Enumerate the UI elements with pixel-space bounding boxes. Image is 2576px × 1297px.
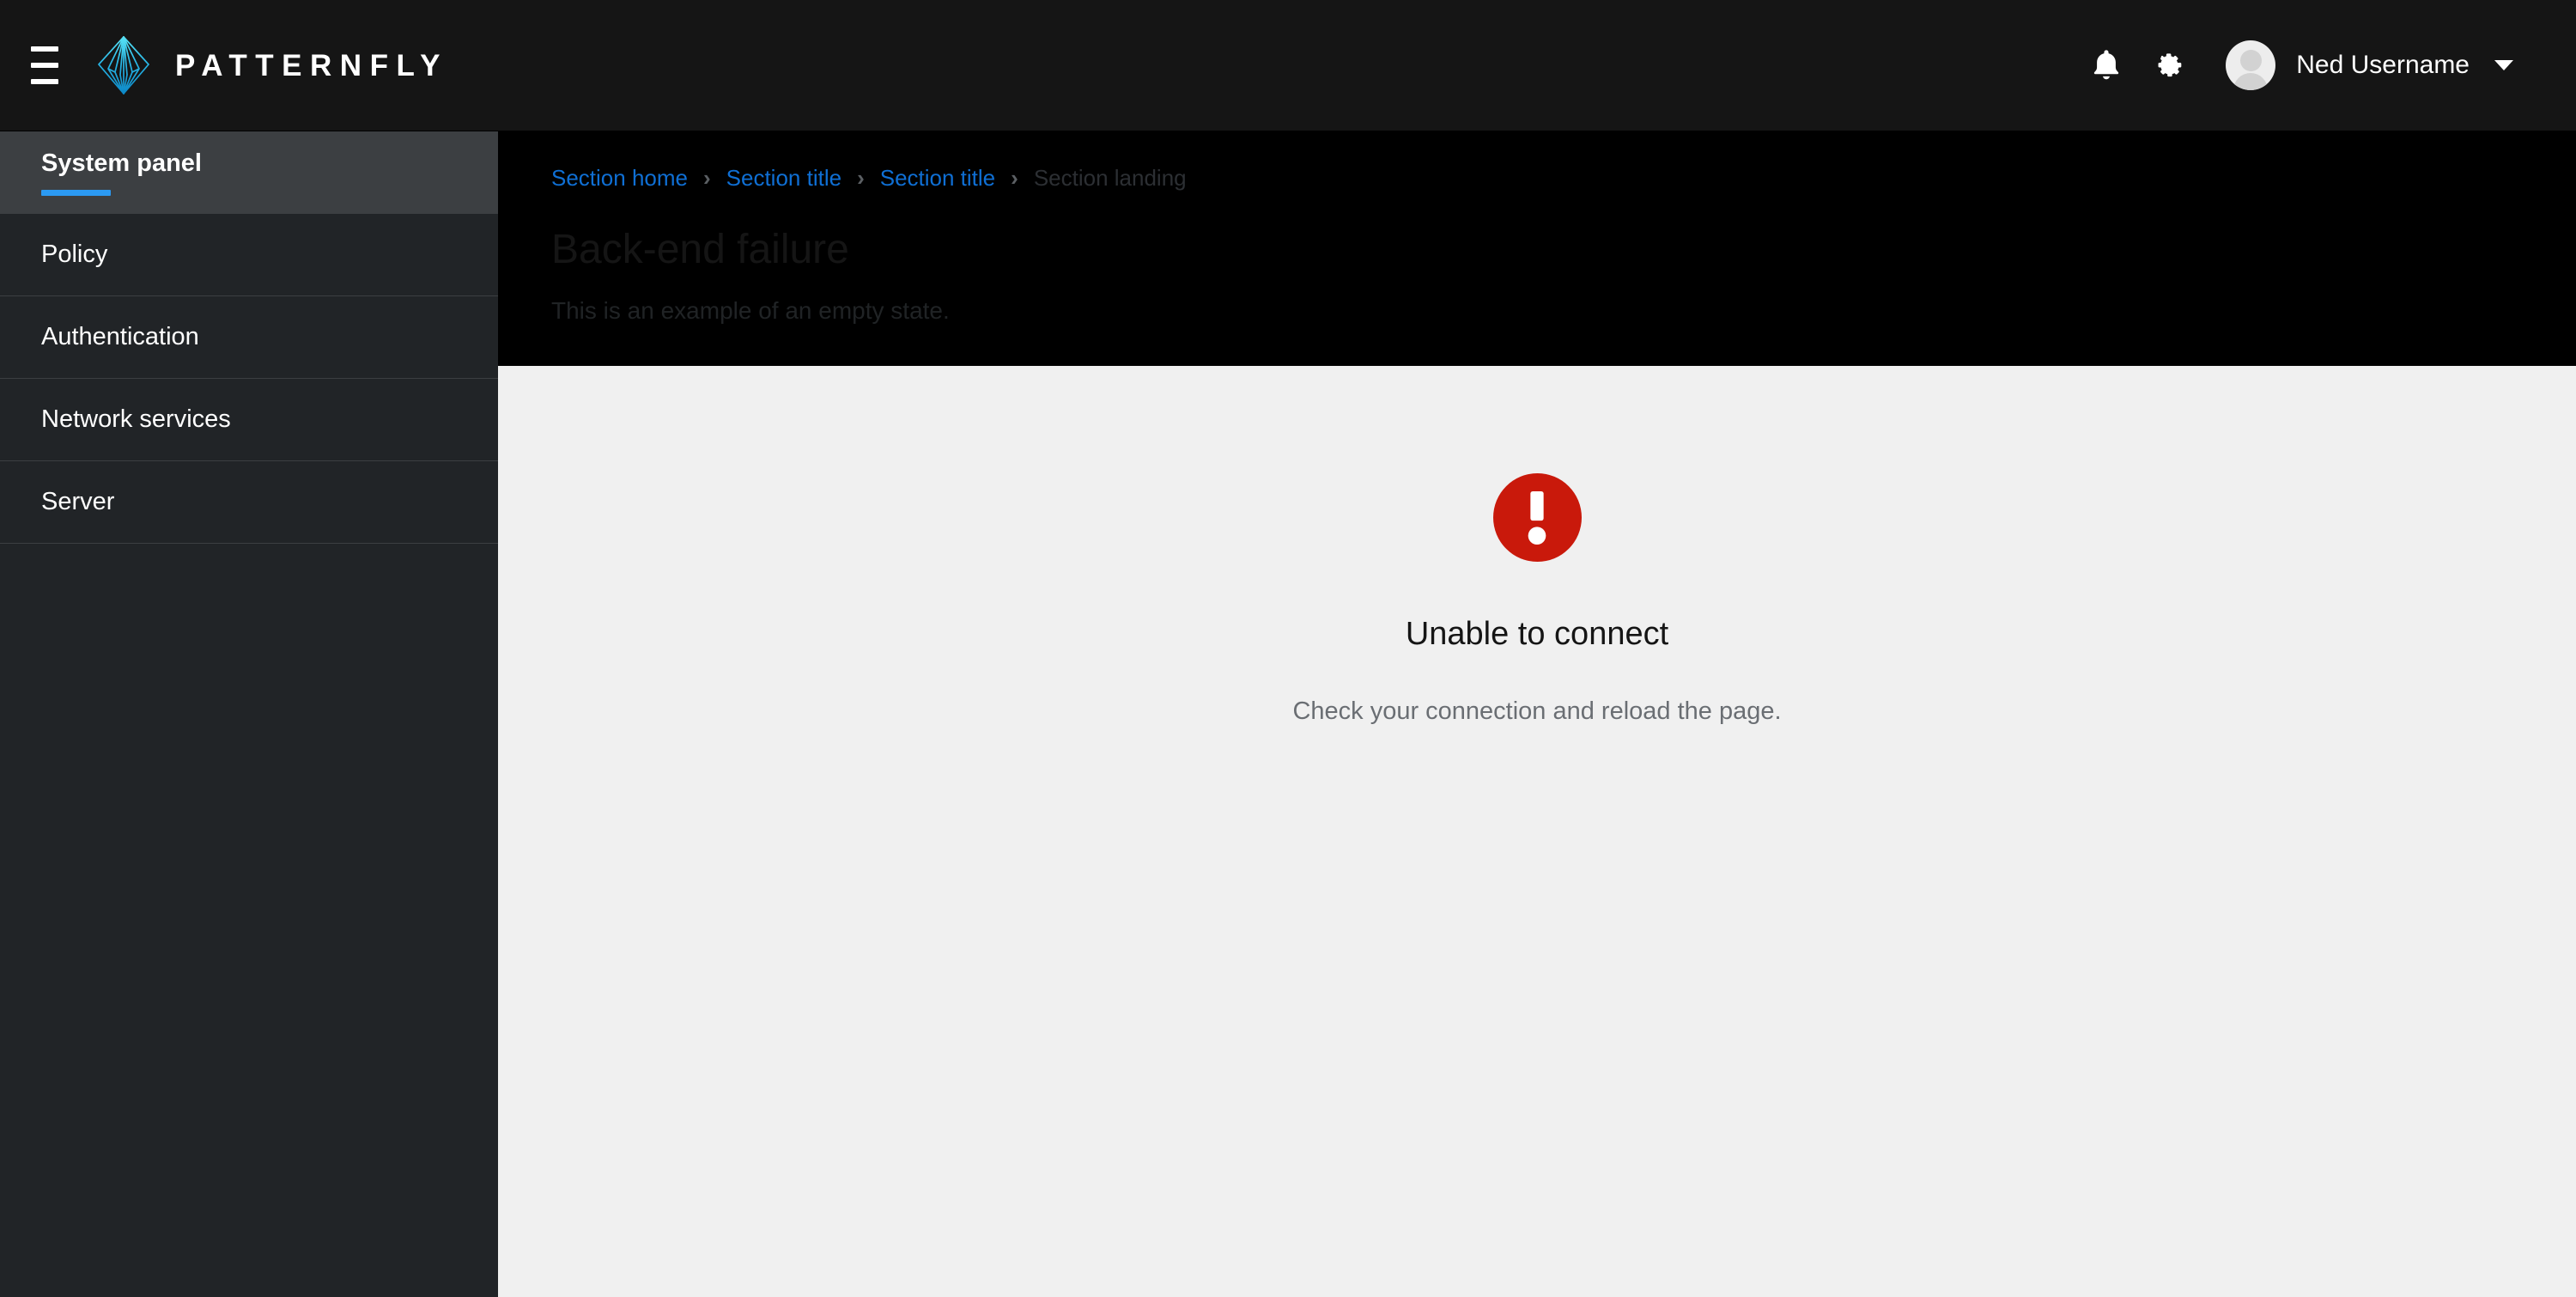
breadcrumb: Section home › Section title › Section t…: [551, 165, 2576, 192]
empty-state-body: Check your connection and reload the pag…: [1292, 697, 1782, 725]
user-menu[interactable]: Ned Username: [2226, 40, 2470, 90]
brand-link[interactable]: PATTERNFLY: [88, 34, 448, 96]
username-label: Ned Username: [2296, 51, 2470, 79]
sidebar-item-policy[interactable]: Policy: [0, 214, 498, 296]
sidebar-item-server[interactable]: Server: [0, 461, 498, 544]
main-content: Section home › Section title › Section t…: [498, 131, 2576, 1297]
hamburger-icon[interactable]: [26, 39, 64, 92]
hamburger-bar: [31, 79, 58, 84]
breadcrumb-separator-icon: ›: [857, 165, 865, 191]
gear-icon[interactable]: [2138, 33, 2202, 97]
sidebar-nav-list: System panel Policy Authentication Netwo…: [0, 131, 498, 544]
masthead-right: Ned Username: [2075, 33, 2538, 97]
breadcrumb-item-section-home[interactable]: Section home: [551, 165, 688, 192]
sidebar-item-label: Policy: [41, 241, 108, 269]
page-header: Section home › Section title › Section t…: [498, 131, 2576, 367]
active-accent-bar: [41, 189, 111, 196]
avatar-body: [2233, 73, 2269, 90]
shell-body: System panel Policy Authentication Netwo…: [0, 131, 2576, 1297]
breadcrumb-item-section-title-2[interactable]: Section title: [880, 165, 995, 192]
sidebar-item-label: Network services: [41, 405, 231, 434]
bell-icon[interactable]: [2075, 33, 2138, 97]
sidebar-item-system-panel[interactable]: System panel: [0, 131, 498, 214]
main-section: Unable to connect Check your connection …: [498, 366, 2576, 1297]
sidebar-item-network-services[interactable]: Network services: [0, 379, 498, 461]
caret-shape: [2494, 60, 2513, 70]
sidebar-item-label: Server: [41, 488, 115, 516]
patternfly-logo-icon: [96, 34, 151, 96]
sidebar-nav: System panel Policy Authentication Netwo…: [0, 131, 498, 1297]
user-avatar-icon: [2226, 40, 2276, 90]
page-title: Back-end failure: [551, 227, 849, 272]
sidebar-item-label: System panel: [41, 149, 202, 178]
page-subtitle: This is an example of an empty state.: [551, 296, 950, 324]
sidebar-item-label: Authentication: [41, 323, 199, 351]
masthead: PATTERNFLY Ned Username: [0, 0, 2576, 131]
empty-state: Unable to connect Check your connection …: [936, 366, 2138, 1297]
exclamation-circle-icon: [1492, 473, 1582, 563]
sidebar-item-authentication[interactable]: Authentication: [0, 296, 498, 379]
hamburger-bar: [31, 63, 58, 68]
breadcrumb-separator-icon: ›: [702, 165, 711, 191]
empty-state-title: Unable to connect: [1405, 616, 1669, 653]
breadcrumb-separator-icon: ›: [1011, 165, 1018, 191]
breadcrumb-item-section-title-1[interactable]: Section title: [726, 165, 841, 192]
masthead-left: PATTERNFLY: [26, 34, 448, 96]
breadcrumb-item-current: Section landing: [1033, 165, 1187, 191]
app-shell: PATTERNFLY Ned Username System panel Pol…: [0, 0, 2576, 1297]
caret-down-icon[interactable]: [2470, 33, 2538, 97]
hamburger-bar: [31, 46, 58, 52]
brand-name: PATTERNFLY: [175, 48, 448, 82]
avatar-head: [2239, 50, 2262, 71]
